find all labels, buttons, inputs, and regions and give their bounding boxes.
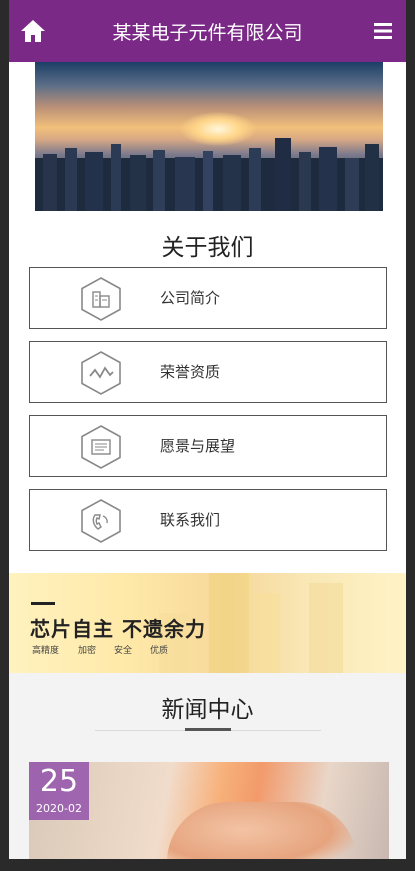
page-frame: 某某电子元件有限公司 关于我们 公司简介 荣誉资质 愿景与展望 联系我们 芯片自… xyxy=(9,0,406,859)
top-header: 某某电子元件有限公司 xyxy=(9,0,406,62)
phone-icon xyxy=(81,499,121,543)
about-item-company-profile[interactable]: 公司简介 xyxy=(29,267,387,329)
banner-tag: 加密 xyxy=(78,646,97,656)
news-card-image xyxy=(167,802,357,859)
chip-banner: 芯片自主 不遗余力 高精度 加密 安全 优质 xyxy=(9,573,406,673)
about-item-label: 愿景与展望 xyxy=(160,437,236,455)
home-icon[interactable] xyxy=(19,17,47,45)
banner-slogan: 芯片自主 不遗余力 xyxy=(30,617,206,641)
about-item-contact[interactable]: 联系我们 xyxy=(29,489,387,551)
skyline-silhouette xyxy=(35,138,383,211)
news-title-accent xyxy=(185,728,231,731)
news-date-year-month: 2020-02 xyxy=(36,802,82,815)
about-item-label: 荣誉资质 xyxy=(160,363,221,381)
site-title: 某某电子元件有限公司 xyxy=(112,21,303,44)
about-item-vision[interactable]: 愿景与展望 xyxy=(29,415,387,477)
banner-tag: 高精度 xyxy=(32,646,60,656)
document-icon xyxy=(81,425,121,469)
about-item-honors[interactable]: 荣誉资质 xyxy=(29,341,387,403)
about-item-label: 联系我们 xyxy=(160,511,221,529)
news-card[interactable]: 25 2020-02 xyxy=(29,762,389,859)
news-section: 新闻中心 25 2020-02 xyxy=(9,673,406,859)
news-section-title: 新闻中心 xyxy=(161,697,254,723)
hamburger-menu-icon[interactable] xyxy=(374,22,392,40)
banner-tag: 安全 xyxy=(114,646,133,656)
news-date-day: 25 xyxy=(39,764,79,799)
slogan-accent-bar xyxy=(31,602,55,605)
about-item-label: 公司简介 xyxy=(160,289,221,307)
hero-city-skyline-image xyxy=(35,62,383,211)
wave-icon xyxy=(81,351,121,395)
building-icon xyxy=(81,277,121,321)
banner-tag: 优质 xyxy=(150,646,169,656)
news-date-badge: 25 2020-02 xyxy=(29,762,89,820)
about-section-title: 关于我们 xyxy=(161,235,254,261)
